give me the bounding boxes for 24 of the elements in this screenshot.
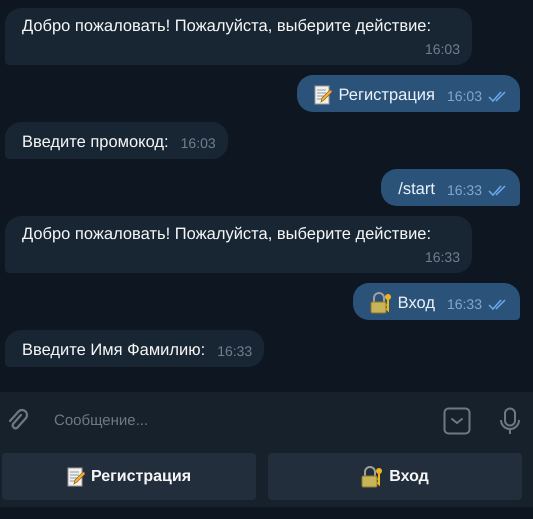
lock-key-icon bbox=[361, 466, 384, 488]
keyboard-button[interactable]: Вход bbox=[268, 453, 522, 500]
message-input-field[interactable]: Сообщение... bbox=[52, 404, 443, 436]
message-time: 16:03 bbox=[180, 134, 216, 153]
message-composer[interactable]: Сообщение... bbox=[0, 392, 533, 449]
message-text: Регистрация bbox=[338, 84, 435, 104]
lock-key-icon bbox=[370, 292, 392, 314]
message-time: 16:33 bbox=[217, 342, 252, 361]
memo-icon bbox=[314, 84, 332, 104]
message-time: 16:03 bbox=[446, 87, 482, 106]
microphone-icon[interactable] bbox=[499, 406, 521, 434]
message-time: 16:33 bbox=[424, 248, 460, 267]
message-text: Введите промокод: bbox=[22, 132, 169, 152]
message-time: 16:33 bbox=[446, 181, 482, 200]
message-time: 16:33 bbox=[446, 295, 482, 314]
message-text: Введите Имя Фамилию: bbox=[22, 340, 206, 360]
message-text: Добро пожаловать! Пожалуйста, выберите действие: bbox=[22, 16, 432, 36]
memo-icon bbox=[66, 466, 85, 486]
keyboard-toggle-icon[interactable] bbox=[443, 406, 471, 434]
message-text: /start bbox=[398, 178, 435, 198]
keyboard-button[interactable]: Регистрация bbox=[2, 453, 256, 500]
message-text: Вход bbox=[398, 292, 435, 312]
message-text: Добро пожаловать! Пожалуйста, выберите действие: bbox=[22, 224, 432, 244]
message-time: 16:03 bbox=[424, 40, 460, 59]
